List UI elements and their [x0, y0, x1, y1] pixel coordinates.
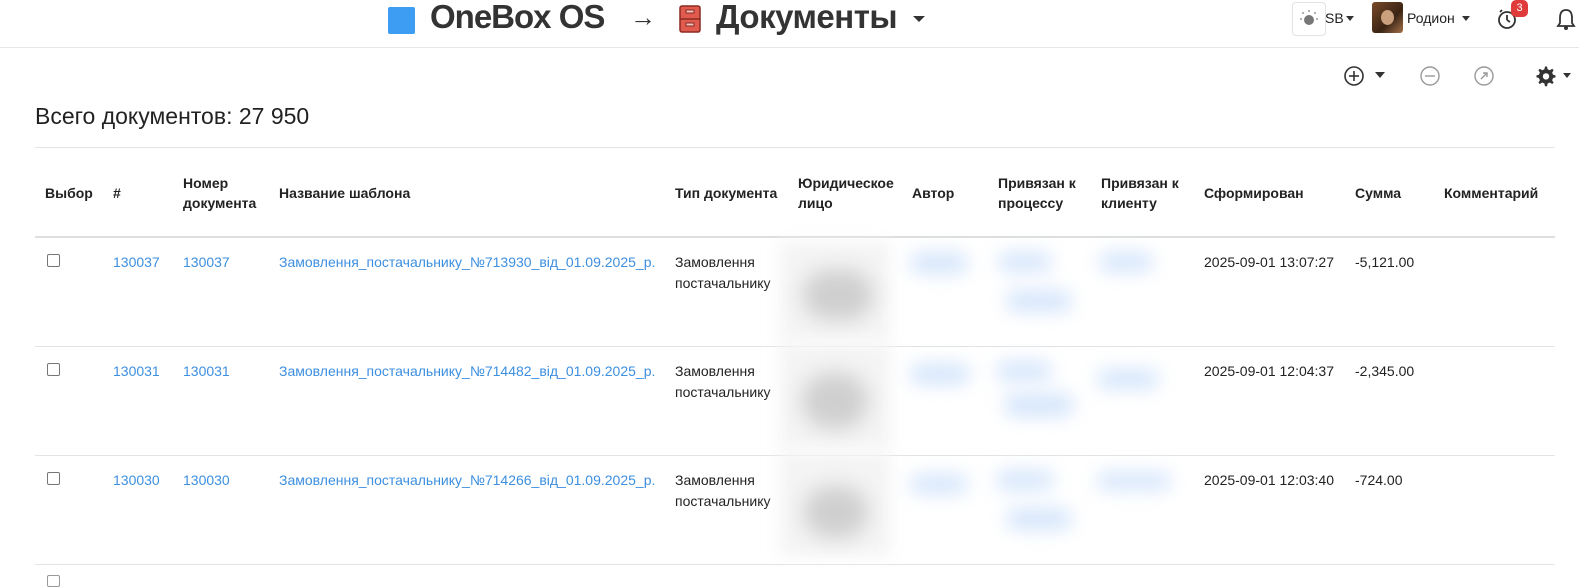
select-cell [35, 455, 103, 565]
bell-icon[interactable] [1555, 7, 1577, 31]
document-type: Замовлення постачальнику [665, 237, 788, 347]
template-name-link[interactable]: Замовлення_постачальнику_№714482_від_01.… [269, 346, 665, 456]
page-title: Всего документов: 27 950 [35, 103, 310, 129]
documents-table: Выбор # Номер документа Название шаблона… [35, 164, 1555, 565]
created-datetime: 2025-09-01 12:03:40 [1194, 455, 1345, 565]
document-number-link[interactable]: 130037 [173, 237, 269, 347]
legal-entity-redacted [780, 452, 902, 565]
column-header[interactable]: Привязан к клиенту [1091, 164, 1194, 238]
brand-name[interactable]: OneBox OS [430, 0, 605, 36]
avatar[interactable] [1372, 2, 1403, 33]
column-header[interactable]: Автор [902, 164, 988, 238]
client-link-redacted [1091, 237, 1194, 347]
created-datetime: 2025-09-01 13:07:27 [1194, 237, 1345, 347]
document-id-link[interactable]: 130030 [103, 455, 173, 565]
legal-entity-redacted [780, 237, 902, 347]
comment [1434, 346, 1555, 456]
column-header[interactable]: # [103, 164, 173, 238]
row-checkbox[interactable] [47, 472, 60, 485]
select-cell [35, 237, 103, 347]
breadcrumb-arrow: → [630, 2, 656, 32]
column-header[interactable]: Привязан к процессу [988, 164, 1091, 238]
chevron-down-icon[interactable] [1462, 16, 1470, 21]
document-number-link[interactable]: 130031 [173, 346, 269, 456]
document-sum: -5,121.00 [1345, 237, 1434, 347]
author-redacted [902, 346, 988, 456]
table-row[interactable]: 130030 130030 Замовлення_постачальнику_№… [35, 452, 1555, 565]
document-type: Замовлення постачальнику [665, 455, 788, 565]
legal-entity-redacted [780, 343, 902, 456]
file-cabinet-icon [679, 5, 701, 33]
top-bar: OneBox OS → Документы SB Родион 3 [0, 0, 1579, 48]
row-checkbox[interactable] [47, 254, 60, 267]
column-header[interactable]: Название шаблона [269, 164, 665, 238]
table-row[interactable]: 130037 130037 Замовлення_постачальнику_№… [35, 237, 1555, 347]
gear-icon[interactable] [1534, 65, 1556, 87]
document-number-link[interactable]: 130030 [173, 455, 269, 565]
client-link-redacted [1091, 346, 1194, 456]
document-type: Замовлення постачальнику [665, 346, 788, 456]
chevron-down-icon[interactable] [1563, 73, 1571, 78]
column-header[interactable]: Сформирован [1194, 164, 1345, 238]
column-header[interactable]: Комментарий [1434, 164, 1555, 238]
document-sum: -2,345.00 [1345, 346, 1434, 456]
column-header[interactable]: Сумма [1345, 164, 1434, 238]
author-redacted [902, 455, 988, 565]
minus-circle-icon[interactable] [1419, 65, 1441, 87]
select-cell [35, 346, 103, 456]
process-link-redacted [988, 455, 1091, 565]
chevron-down-icon[interactable] [913, 16, 925, 22]
notification-badge: 3 [1511, 0, 1528, 17]
divider [35, 147, 1555, 148]
onebox-logo-icon[interactable] [388, 7, 415, 34]
user-menu-label[interactable]: Родион [1407, 10, 1455, 26]
author-redacted [902, 237, 988, 347]
account-logo-icon[interactable] [1292, 2, 1326, 36]
comment [1434, 455, 1555, 565]
document-id-link[interactable]: 130037 [103, 237, 173, 347]
row-checkbox[interactable] [47, 575, 60, 587]
template-name-link[interactable]: Замовлення_постачальнику_№714266_від_01.… [269, 455, 665, 565]
table-header-row: Выбор # Номер документа Название шаблона… [35, 164, 1555, 238]
row-checkbox[interactable] [47, 363, 60, 376]
client-link-redacted [1091, 455, 1194, 565]
chevron-down-icon[interactable] [1346, 16, 1354, 21]
comment [1434, 237, 1555, 347]
arrow-circle-icon[interactable] [1473, 65, 1495, 87]
document-sum: -724.00 [1345, 455, 1434, 565]
chevron-down-icon[interactable] [1375, 72, 1385, 78]
add-circle-icon[interactable] [1343, 65, 1365, 87]
column-header[interactable]: Тип документа [665, 164, 788, 238]
column-header[interactable]: Юридическое лицо [788, 164, 902, 238]
process-link-redacted [988, 346, 1091, 456]
account-switcher-label[interactable]: SB [1325, 10, 1344, 26]
template-name-link[interactable]: Замовлення_постачальнику_№713930_від_01.… [269, 237, 665, 347]
column-header[interactable]: Номер документа [173, 164, 269, 238]
document-id-link[interactable]: 130031 [103, 346, 173, 456]
table-row[interactable]: 130031 130031 Замовлення_постачальнику_№… [35, 343, 1555, 456]
section-title[interactable]: Документы [716, 0, 898, 36]
column-header[interactable]: Выбор [35, 164, 103, 238]
created-datetime: 2025-09-01 12:04:37 [1194, 346, 1345, 456]
process-link-redacted [988, 237, 1091, 347]
